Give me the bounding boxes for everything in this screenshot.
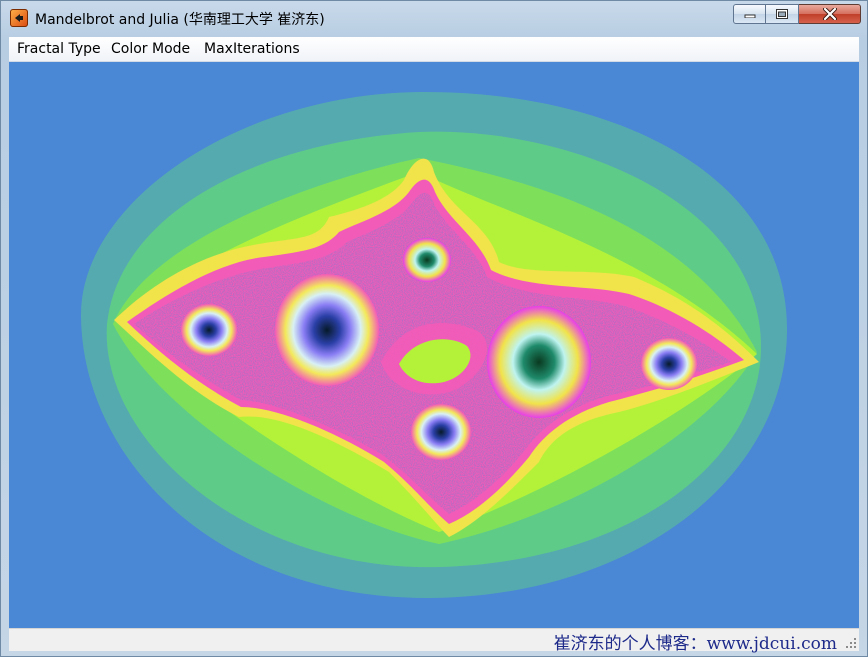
- status-bar: 崔济东的个人博客：www.jdcui.com: [9, 628, 859, 654]
- title-bar[interactable]: Mandelbrot and Julia (华南理工大学 崔济东): [1, 1, 867, 35]
- fractal-swirl: [275, 274, 379, 386]
- minimize-button[interactable]: [733, 4, 766, 24]
- fractal-swirl: [641, 338, 697, 390]
- app-window: Mandelbrot and Julia (华南理工大学 崔济东) Fracta…: [0, 0, 868, 657]
- fractal-swirl: [487, 306, 591, 418]
- close-icon: [822, 8, 837, 20]
- maximize-icon: [776, 9, 788, 19]
- fractal-swirl: [411, 404, 471, 460]
- app-icon[interactable]: [10, 9, 28, 27]
- menu-max-iterations[interactable]: MaxIterations: [204, 41, 300, 57]
- resize-grip-icon[interactable]: [845, 637, 857, 649]
- menu-color-mode[interactable]: Color Mode: [111, 41, 190, 57]
- menu-bar: Fractal Type Color Mode MaxIterations: [9, 37, 859, 62]
- fractal-swirl: [181, 304, 237, 356]
- menu-fractal-type[interactable]: Fractal Type: [17, 41, 101, 57]
- fractal-swirl: [403, 238, 451, 282]
- fractal-canvas[interactable]: [9, 62, 859, 628]
- window-title: Mandelbrot and Julia (华南理工大学 崔济东): [35, 12, 325, 28]
- julia-set-image: [80, 91, 788, 599]
- close-button[interactable]: [799, 4, 861, 24]
- status-text: 崔济东的个人博客：www.jdcui.com: [553, 634, 837, 654]
- minimize-icon: [744, 14, 755, 18]
- maximize-button[interactable]: [766, 4, 799, 24]
